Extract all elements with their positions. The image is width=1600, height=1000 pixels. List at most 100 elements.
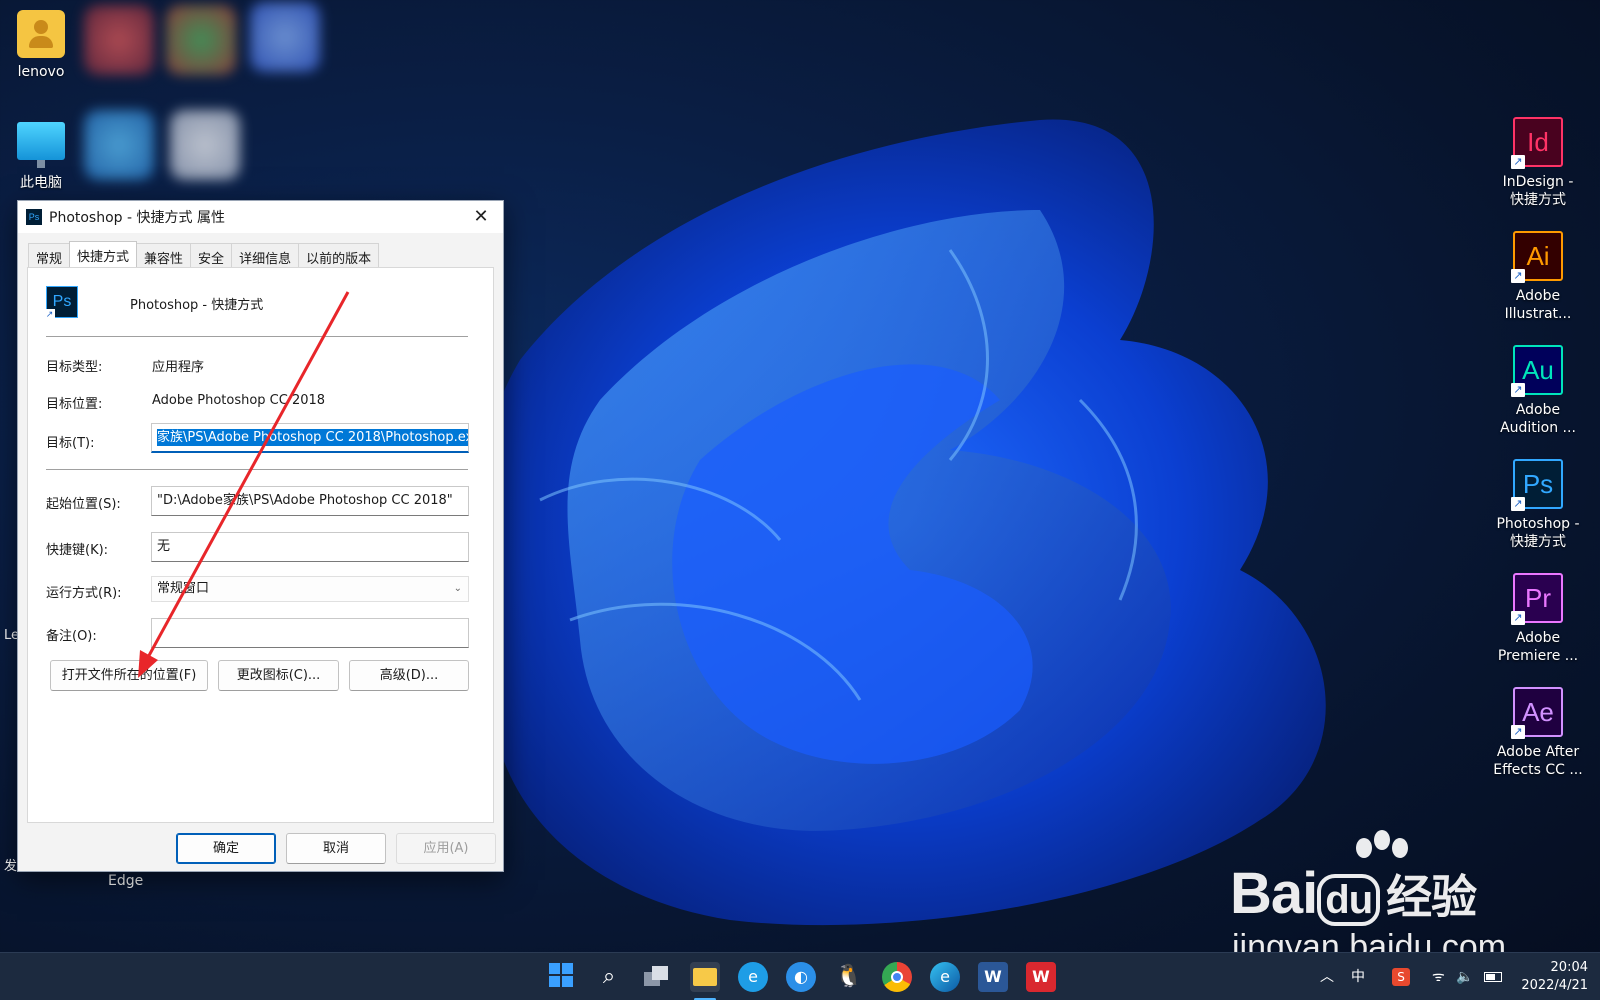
- chrome-icon: [891, 971, 903, 983]
- user-folder-icon: [17, 10, 65, 58]
- shortcut-arrow-icon: ↗: [1511, 725, 1525, 739]
- blurred-app-icon: [250, 2, 320, 72]
- edge-icon: e: [940, 967, 950, 986]
- clock[interactable]: 20:04 2022/4/21: [1521, 959, 1588, 995]
- edge-button[interactable]: e: [930, 962, 960, 992]
- desktop-icon-label: Premiere ...: [1497, 648, 1579, 664]
- edge-desktop-label: Edge: [108, 873, 144, 889]
- divider: [46, 336, 468, 337]
- run-select[interactable]: 常规窗口 ⌄: [151, 576, 469, 602]
- target-location-value: Adobe Photoshop CC 2018: [152, 393, 326, 408]
- close-icon: ✕: [473, 206, 489, 227]
- desktop-icon-label: InDesign -: [1502, 174, 1574, 190]
- browser-app-button[interactable]: ◐: [786, 962, 816, 992]
- desktop-icon-label: 快捷方式: [1510, 192, 1566, 208]
- photoshop-icon: Ps ↗: [1511, 459, 1563, 511]
- target-location-label: 目标位置:: [46, 397, 103, 412]
- battery-button[interactable]: [1484, 953, 1502, 1000]
- blurred-app-icon: [166, 5, 236, 75]
- search-button[interactable]: ⌕: [594, 962, 624, 992]
- desktop-icon-this-pc[interactable]: 此电脑: [1, 122, 81, 192]
- wps-button[interactable]: W: [1026, 962, 1056, 992]
- chevron-up-icon: ︿: [1320, 969, 1334, 985]
- browser-icon: ◐: [794, 967, 808, 986]
- blurred-app-icon: [84, 5, 154, 75]
- partial-desktop-label: 发: [4, 859, 18, 874]
- shortcut-arrow-icon: ↗: [1511, 269, 1525, 283]
- file-explorer-button[interactable]: [690, 962, 720, 992]
- desktop-icon-indesign[interactable]: Id ↗ InDesign - 快捷方式: [1492, 117, 1584, 209]
- target-type-value: 应用程序: [152, 360, 205, 375]
- blurred-app-icon: [170, 110, 240, 180]
- clock-time: 20:04: [1550, 960, 1588, 975]
- wps-icon: W: [1032, 967, 1050, 986]
- monitor-icon: [17, 122, 65, 168]
- battery-icon: [1484, 972, 1502, 982]
- photoshop-small-icon: Ps: [26, 209, 42, 225]
- wallpaper-bloom-graphic: [480, 119, 1326, 926]
- desktop-icon-after-effects[interactable]: Ae ↗ Adobe After Effects CC ...: [1492, 687, 1584, 779]
- ime-indicator[interactable]: 中: [1351, 953, 1365, 1000]
- desktop-icon-label: Effects CC ...: [1493, 762, 1583, 778]
- ie-button[interactable]: e: [738, 962, 768, 992]
- divider: [46, 469, 468, 470]
- search-icon: ⌕: [602, 964, 616, 989]
- after-effects-icon: Ae ↗: [1511, 687, 1563, 739]
- word-button[interactable]: W: [978, 962, 1008, 992]
- desktop-icon-premiere[interactable]: Pr ↗ Adobe Premiere ...: [1492, 573, 1584, 665]
- apply-button[interactable]: 应用(A): [396, 833, 496, 864]
- target-input-selected-text: 家族\PS\Adobe Photoshop CC 2018\Photoshop.…: [157, 429, 468, 446]
- qq-button[interactable]: 🐧: [834, 962, 864, 992]
- qq-penguin-icon: 🐧: [835, 964, 863, 989]
- start-in-input[interactable]: "D:\Adobe家族\PS\Adobe Photoshop CC 2018": [151, 486, 469, 516]
- desktop-icon-illustrator[interactable]: Ai ↗ Adobe Illustrat...: [1492, 231, 1584, 323]
- shortcut-arrow-icon: ↗: [44, 309, 55, 320]
- sogou-icon: S: [1392, 968, 1410, 986]
- comment-label: 备注(O):: [46, 629, 97, 644]
- start-button[interactable]: [546, 962, 576, 992]
- change-icon-button[interactable]: 更改图标(C)...: [218, 660, 339, 691]
- run-label: 运行方式(R):: [46, 586, 122, 601]
- desktop-icon-audition[interactable]: Au ↗ Adobe Audition ...: [1492, 345, 1584, 437]
- ok-button[interactable]: 确定: [176, 833, 276, 864]
- shortcut-arrow-icon: ↗: [1511, 611, 1525, 625]
- advanced-button[interactable]: 高级(D)...: [349, 660, 469, 691]
- show-hidden-icons-button[interactable]: ︿: [1320, 953, 1334, 1000]
- windows-logo-icon: [549, 963, 573, 987]
- wifi-icon: ᯤ: [1432, 969, 1445, 985]
- comment-input[interactable]: [151, 618, 469, 648]
- desktop-icon-label: Adobe: [1515, 288, 1561, 304]
- sogou-ime-button[interactable]: S: [1392, 953, 1410, 1000]
- start-in-label: 起始位置(S):: [46, 497, 121, 512]
- desktop-icon-photoshop[interactable]: Ps ↗ Photoshop - 快捷方式: [1492, 459, 1584, 551]
- run-select-value: 常规窗口: [157, 581, 210, 596]
- audition-icon: Au ↗: [1511, 345, 1563, 397]
- desktop-icon-label: 快捷方式: [1510, 534, 1566, 550]
- wifi-button[interactable]: ᯤ: [1432, 953, 1445, 1000]
- desktop-icon-lenovo[interactable]: lenovo: [1, 10, 81, 80]
- shortcut-arrow-icon: ↗: [1511, 383, 1525, 397]
- speaker-icon: 🔈: [1456, 969, 1474, 985]
- close-button[interactable]: ✕: [459, 201, 503, 233]
- target-input[interactable]: 家族\PS\Adobe Photoshop CC 2018\Photoshop.…: [151, 423, 469, 453]
- desktop-icon-label: Adobe: [1515, 402, 1561, 418]
- task-view-icon: [644, 966, 670, 988]
- task-view-button[interactable]: [642, 962, 672, 992]
- cancel-button[interactable]: 取消: [286, 833, 386, 864]
- shortcut-arrow-icon: ↗: [1511, 155, 1525, 169]
- target-type-label: 目标类型:: [46, 360, 103, 375]
- chrome-button[interactable]: [882, 962, 912, 992]
- volume-button[interactable]: 🔈: [1456, 953, 1473, 1000]
- desktop-icon-label: Adobe: [1515, 630, 1561, 646]
- baidu-paw-icon: [1356, 830, 1408, 858]
- properties-dialog: Ps Photoshop - 快捷方式 属性 ✕ 常规 快捷方式 兼容性 安全 …: [17, 200, 504, 872]
- shortcut-name: Photoshop - 快捷方式: [130, 298, 264, 313]
- target-label: 目标(T):: [46, 436, 95, 451]
- dialog-titlebar[interactable]: Ps Photoshop - 快捷方式 属性 ✕: [18, 201, 503, 233]
- desktop-icon-label: Adobe After: [1496, 744, 1580, 760]
- shortcut-arrow-icon: ↗: [1511, 497, 1525, 511]
- hotkey-input[interactable]: 无: [151, 532, 469, 562]
- desktop-icon-label: Illustrat...: [1504, 306, 1572, 322]
- word-icon: W: [984, 967, 1002, 986]
- open-file-location-button[interactable]: 打开文件所在的位置(F): [50, 660, 208, 691]
